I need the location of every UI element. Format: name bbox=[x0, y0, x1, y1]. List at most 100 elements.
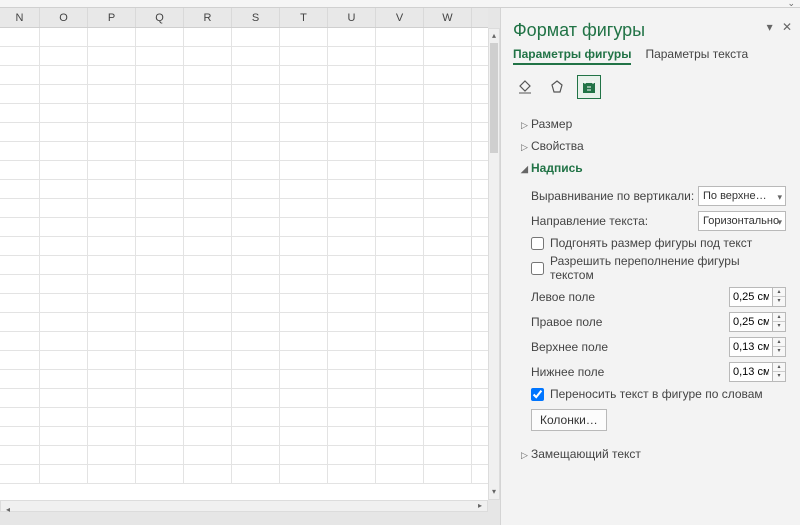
cell[interactable] bbox=[184, 351, 232, 369]
cell[interactable] bbox=[328, 427, 376, 445]
cell[interactable] bbox=[280, 351, 328, 369]
cell[interactable] bbox=[232, 199, 280, 217]
cell[interactable] bbox=[232, 294, 280, 312]
spin-down-icon[interactable]: ▾ bbox=[773, 322, 785, 331]
col-header[interactable]: P bbox=[88, 8, 136, 27]
cell[interactable] bbox=[280, 123, 328, 141]
cell[interactable] bbox=[184, 85, 232, 103]
cell[interactable] bbox=[376, 123, 424, 141]
cell[interactable] bbox=[232, 218, 280, 236]
spin-up-icon[interactable]: ▴ bbox=[773, 338, 785, 347]
cell[interactable] bbox=[88, 47, 136, 65]
col-header[interactable]: T bbox=[280, 8, 328, 27]
cell[interactable] bbox=[40, 123, 88, 141]
grid-row[interactable] bbox=[0, 313, 488, 332]
cell[interactable] bbox=[328, 28, 376, 46]
cell[interactable] bbox=[40, 256, 88, 274]
grid-row[interactable] bbox=[0, 294, 488, 313]
cell[interactable] bbox=[376, 161, 424, 179]
cell[interactable] bbox=[232, 351, 280, 369]
tab-text-options[interactable]: Параметры текста bbox=[645, 47, 748, 65]
spin-up-icon[interactable]: ▴ bbox=[773, 363, 785, 372]
cell[interactable] bbox=[184, 275, 232, 293]
cell[interactable] bbox=[328, 218, 376, 236]
fill-line-icon[interactable] bbox=[513, 75, 537, 99]
cell[interactable] bbox=[40, 199, 88, 217]
scroll-right-icon[interactable]: ▸ bbox=[473, 501, 487, 511]
cell[interactable] bbox=[280, 408, 328, 426]
cell[interactable] bbox=[40, 370, 88, 388]
cell[interactable] bbox=[376, 218, 424, 236]
cell[interactable] bbox=[184, 370, 232, 388]
cell[interactable] bbox=[232, 256, 280, 274]
cell[interactable] bbox=[232, 142, 280, 160]
cell[interactable] bbox=[0, 446, 40, 464]
horizontal-scrollbar[interactable]: ◂ ▸ bbox=[0, 500, 488, 512]
scroll-down-icon[interactable]: ▾ bbox=[489, 485, 499, 499]
cell[interactable] bbox=[88, 237, 136, 255]
grid-row[interactable] bbox=[0, 408, 488, 427]
cell[interactable] bbox=[184, 47, 232, 65]
cell[interactable] bbox=[424, 389, 472, 407]
col-header[interactable]: W bbox=[424, 8, 472, 27]
cell[interactable] bbox=[424, 446, 472, 464]
cell[interactable] bbox=[184, 446, 232, 464]
cell[interactable] bbox=[184, 218, 232, 236]
cell[interactable] bbox=[88, 85, 136, 103]
pane-close-icon[interactable]: ✕ bbox=[782, 20, 792, 34]
cell[interactable] bbox=[136, 313, 184, 331]
cell[interactable] bbox=[184, 427, 232, 445]
cell[interactable] bbox=[184, 256, 232, 274]
cell[interactable] bbox=[232, 427, 280, 445]
cell[interactable] bbox=[232, 275, 280, 293]
cell[interactable] bbox=[232, 104, 280, 122]
cell[interactable] bbox=[424, 313, 472, 331]
cell[interactable] bbox=[184, 161, 232, 179]
cell[interactable] bbox=[0, 332, 40, 350]
cell[interactable] bbox=[184, 465, 232, 483]
cell[interactable] bbox=[40, 66, 88, 84]
cell[interactable] bbox=[424, 47, 472, 65]
grid-row[interactable] bbox=[0, 28, 488, 47]
autofit-checkbox[interactable]: Подгонять размер фигуры под текст bbox=[531, 236, 786, 250]
scroll-up-icon[interactable]: ▴ bbox=[489, 29, 499, 43]
cell[interactable] bbox=[88, 161, 136, 179]
cell[interactable] bbox=[0, 275, 40, 293]
cell[interactable] bbox=[280, 237, 328, 255]
cell[interactable] bbox=[40, 446, 88, 464]
cell[interactable] bbox=[376, 47, 424, 65]
cell[interactable] bbox=[424, 104, 472, 122]
cell[interactable] bbox=[328, 237, 376, 255]
cell[interactable] bbox=[88, 351, 136, 369]
cell[interactable] bbox=[328, 85, 376, 103]
section-size[interactable]: ▷Размер bbox=[513, 113, 790, 135]
grid-row[interactable] bbox=[0, 199, 488, 218]
cell[interactable] bbox=[376, 370, 424, 388]
cell[interactable] bbox=[88, 275, 136, 293]
cell[interactable] bbox=[232, 47, 280, 65]
cell[interactable] bbox=[184, 142, 232, 160]
col-header[interactable]: R bbox=[184, 8, 232, 27]
cell[interactable] bbox=[0, 104, 40, 122]
cell[interactable] bbox=[88, 218, 136, 236]
cell[interactable] bbox=[424, 161, 472, 179]
cell[interactable] bbox=[376, 446, 424, 464]
cell[interactable] bbox=[88, 370, 136, 388]
columns-button[interactable]: Колонки… bbox=[531, 409, 607, 431]
cell[interactable] bbox=[328, 294, 376, 312]
cell[interactable] bbox=[40, 294, 88, 312]
spin-down-icon[interactable]: ▾ bbox=[773, 297, 785, 306]
cell[interactable] bbox=[280, 218, 328, 236]
cell[interactable] bbox=[328, 408, 376, 426]
cell[interactable] bbox=[0, 351, 40, 369]
cell[interactable] bbox=[424, 294, 472, 312]
cell[interactable] bbox=[0, 47, 40, 65]
cell[interactable] bbox=[232, 313, 280, 331]
cell[interactable] bbox=[88, 446, 136, 464]
top-margin-input[interactable] bbox=[729, 337, 773, 357]
section-textbox[interactable]: ◢Надпись bbox=[513, 157, 790, 179]
cell[interactable] bbox=[376, 104, 424, 122]
cell[interactable] bbox=[376, 142, 424, 160]
cell[interactable] bbox=[136, 389, 184, 407]
grid-row[interactable] bbox=[0, 142, 488, 161]
